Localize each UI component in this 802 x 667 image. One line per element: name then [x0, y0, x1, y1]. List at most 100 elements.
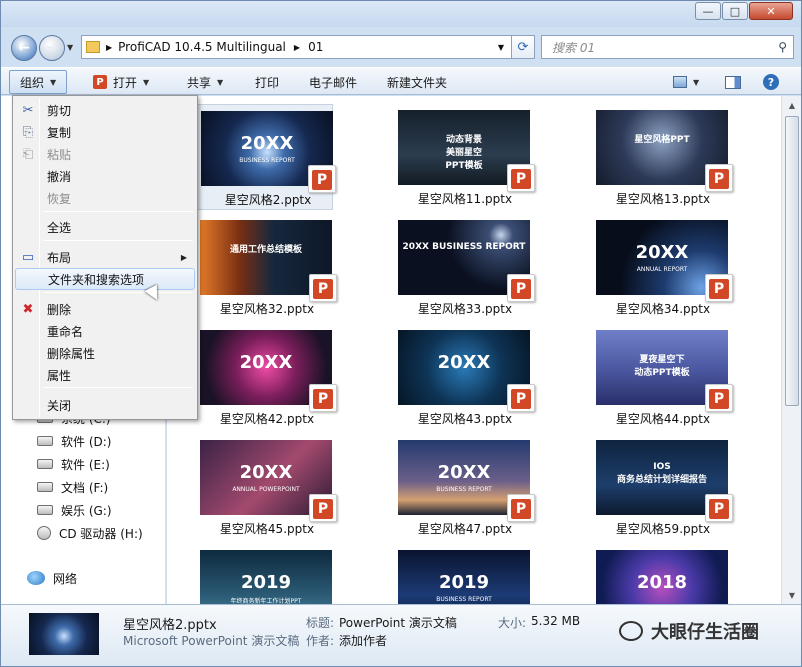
powerpoint-icon [705, 494, 733, 522]
menu-item[interactable]: 删除属性 [15, 342, 195, 364]
open-button[interactable]: P 打开 ▼ [93, 73, 149, 91]
thumbnail-subtitle: BUSINESS REPORT [436, 596, 492, 603]
details-title-value[interactable]: PowerPoint 演示文稿 [339, 614, 457, 631]
menu-item[interactable]: ⎗ 粘贴 [15, 143, 195, 165]
preview-pane-button[interactable] [725, 73, 741, 91]
refresh-icon: ⟳ [517, 39, 529, 55]
menu-item-label: 粘贴 [47, 147, 72, 162]
menu-item[interactable]: ✖ 删除 [15, 298, 195, 320]
breadcrumb-arrow-icon: ▶ [106, 42, 113, 52]
nav-drive-e[interactable]: 软件 (E:) [37, 455, 110, 473]
search-input[interactable]: 搜索 01 ⚲ [541, 35, 794, 59]
address-bar[interactable]: ▶ ProfiCAD 10.4.5 Multilingual ▶ 01 ▼ [81, 35, 531, 59]
menu-item[interactable]: 全选 [15, 216, 195, 238]
nav-drive-g[interactable]: 娱乐 (G:) [37, 501, 112, 519]
paste-icon: ⎗ [22, 146, 34, 162]
scroll-up-icon[interactable]: ▲ [784, 98, 800, 112]
powerpoint-icon [507, 164, 535, 192]
minimize-button[interactable]: — [695, 2, 721, 20]
maximize-button[interactable]: □ [722, 2, 748, 20]
nav-label: 文档 (F:) [61, 480, 109, 495]
file-item[interactable]: 夏夜星空下 动态PPT模板星空风格44.pptx [583, 324, 733, 430]
vertical-scrollbar[interactable]: ▲ ▼ [781, 96, 801, 604]
forward-arrow-icon: → [46, 40, 58, 56]
open-label: 打开 [113, 75, 138, 90]
file-name: 星空风格44.pptx [615, 412, 711, 426]
scroll-down-icon[interactable]: ▼ [784, 588, 800, 602]
address-dropdown-icon[interactable]: ▼ [498, 43, 504, 52]
refresh-button[interactable]: ⟳ [511, 35, 535, 59]
menu-item[interactable]: ✂ 剪切 [15, 99, 195, 121]
file-item[interactable]: 20XX BUSINESS REPORT 星空风格47.pptx [385, 434, 535, 540]
thumbnail-title: 2019 [438, 572, 490, 593]
file-item[interactable]: 20XX BUSINESS REPORT 星空风格2.pptx [187, 104, 336, 210]
organize-button[interactable]: 组织 ▼ [9, 70, 68, 94]
file-item[interactable]: 20XX BUSINESS REPORT 星空风格33.pptx [385, 214, 535, 320]
view-icon [673, 76, 687, 88]
thumbnail-title: 20XX [239, 352, 293, 373]
nav-label: 软件 (D:) [61, 434, 112, 449]
help-button[interactable]: ? [763, 73, 779, 91]
email-button[interactable]: 电子邮件 [309, 73, 357, 91]
drive-icon [37, 505, 53, 515]
file-thumbnail: 2019 BUSINESS REPORT [398, 550, 530, 604]
file-item[interactable]: 星空风格PPT 星空风格13.pptx [583, 104, 733, 210]
file-item[interactable]: IOS 商务总结计划详细报告星空风格59.pptx [583, 434, 733, 540]
menu-item[interactable]: 关闭 [15, 394, 195, 416]
menu-item[interactable]: 重命名 [15, 320, 195, 342]
file-item[interactable]: 20XX 星空风格42.pptx [187, 324, 337, 430]
file-name: 星空风格42.pptx [219, 412, 315, 426]
breadcrumb-item[interactable]: 01 [308, 40, 323, 54]
scrollbar-thumb[interactable] [785, 116, 799, 406]
thumbnail-title: IOS 商务总结计划详细报告 [616, 462, 707, 485]
close-button[interactable]: ✕ [749, 2, 793, 20]
print-button[interactable]: 打印 [255, 73, 279, 91]
file-item[interactable]: 通用工作总结模板星空风格32.pptx [187, 214, 337, 320]
history-dropdown-icon[interactable]: ▼ [67, 43, 73, 52]
thumbnail-subtitle: 年终商务新年工作计划PPT [230, 598, 302, 604]
share-button[interactable]: 共享 ▼ [187, 73, 223, 91]
view-options-button[interactable]: ▼ [673, 73, 699, 91]
file-item[interactable]: 2019 BUSINESS REPORT [385, 544, 531, 604]
forward-button[interactable]: → [39, 35, 65, 61]
details-title-label: 标题: [306, 616, 335, 630]
back-button[interactable]: ← [11, 35, 37, 61]
help-icon: ? [763, 74, 779, 90]
new-folder-button[interactable]: 新建文件夹 [387, 73, 447, 91]
powerpoint-icon: P [93, 75, 107, 89]
details-author-value[interactable]: 添加作者 [339, 632, 387, 649]
nav-drive-h[interactable]: CD 驱动器 (H:) [37, 524, 143, 542]
email-label: 电子邮件 [309, 75, 358, 90]
file-item[interactable]: 20XX ANNUAL REPORT 星空风格34.pptx [583, 214, 733, 320]
copy-icon: ⎘ [22, 124, 34, 140]
file-name: 星空风格33.pptx [417, 302, 513, 316]
explorer-window: — □ ✕ ← → ▼ ▶ ProfiCAD 10.4.5 Multilingu… [0, 0, 802, 667]
powerpoint-icon [507, 384, 535, 412]
thumbnail-title: 20XX [635, 242, 689, 263]
menu-item[interactable]: 文件夹和搜索选项 [15, 268, 195, 290]
powerpoint-icon [705, 164, 733, 192]
file-item[interactable]: 20XX ANNUAL POWERPOINT 星空风格45.pptx [187, 434, 337, 540]
thumbnail-title: 通用工作总结模板 [229, 245, 302, 255]
file-item[interactable]: 2019 年终商务新年工作计划PPT [187, 544, 333, 604]
file-item[interactable]: 20XX 星空风格43.pptx [385, 324, 535, 430]
powerpoint-icon [309, 384, 337, 412]
menu-item-label: 删除属性 [47, 346, 96, 361]
details-thumbnail [29, 613, 99, 655]
menu-item-label: 复制 [47, 125, 72, 140]
file-item[interactable]: 动态背景 美丽星空 PPT模板星空风格11.pptx [385, 104, 535, 210]
menu-item[interactable]: 恢复 [15, 187, 195, 209]
breadcrumb-item[interactable]: ProfiCAD 10.4.5 Multilingual [118, 40, 286, 54]
details-filename: 星空风格2.pptx [123, 618, 217, 633]
menu-item[interactable]: ▭ 布局 ▶ [15, 246, 195, 268]
nav-network[interactable]: 网络 [27, 569, 77, 587]
menu-item[interactable]: 属性 [15, 364, 195, 386]
nav-drive-d[interactable]: 软件 (D:) [37, 432, 111, 450]
file-item[interactable]: 2018 [583, 544, 729, 604]
folder-icon [86, 41, 100, 53]
powerpoint-icon [705, 384, 733, 412]
file-name: 星空风格2.pptx [224, 193, 312, 207]
menu-item[interactable]: ⎘ 复制 [15, 121, 195, 143]
nav-drive-f[interactable]: 文档 (F:) [37, 478, 108, 496]
menu-item[interactable]: 撤消 [15, 165, 195, 187]
